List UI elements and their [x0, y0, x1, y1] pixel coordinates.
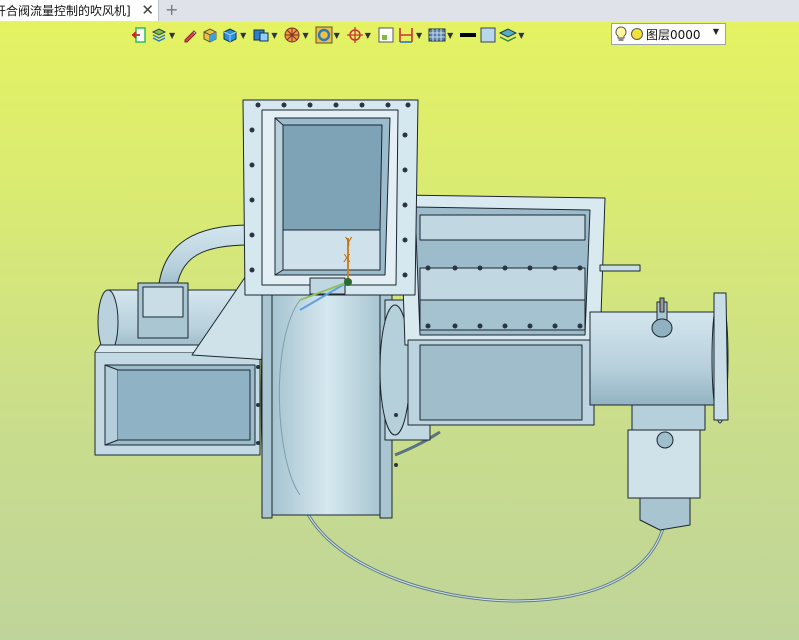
- blower-3d-model[interactable]: Y X: [0, 0, 799, 640]
- axis-label-x: X: [343, 252, 351, 265]
- axis-label-y: Y: [344, 235, 353, 249]
